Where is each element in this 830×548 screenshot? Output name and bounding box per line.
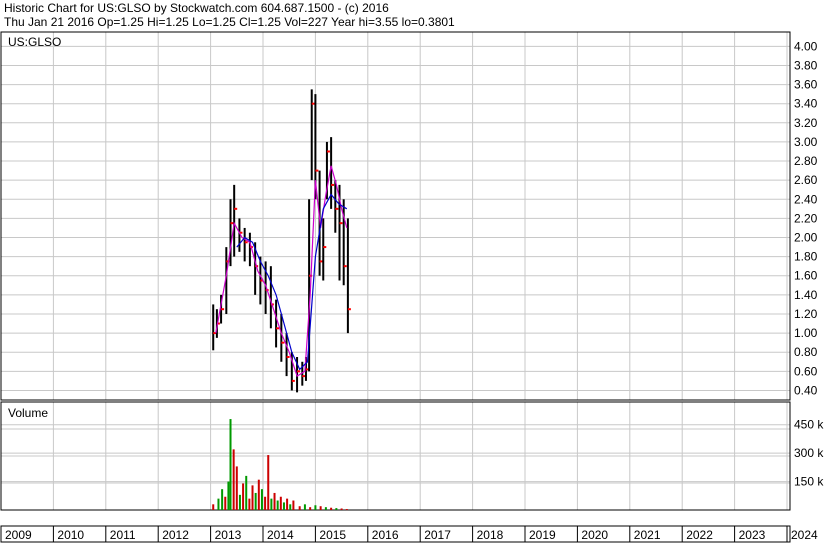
volume-bar [276, 500, 279, 510]
volume-bar [345, 509, 348, 511]
volume-bar [245, 475, 248, 510]
price-tick-label: 3.80 [794, 58, 818, 72]
volume-tick-labels: 150 k 300 k 450 k [794, 418, 824, 489]
price-tick-label: 3.60 [794, 78, 818, 92]
price-tick-label: 1.60 [794, 269, 818, 283]
chart-canvas: Historic Chart for US:GLSO by Stockwatch… [0, 1, 824, 543]
volume-bars [212, 419, 348, 511]
volume-bar [221, 489, 224, 510]
price-tick-label: 2.80 [794, 154, 818, 168]
header-line-1: Historic Chart for US:GLSO by Stockwatch… [4, 1, 389, 15]
price-tick-label: 3.40 [794, 97, 818, 111]
volume-bar [330, 507, 333, 510]
year-label: 2015 [319, 528, 346, 542]
price-tick-label: 2.20 [794, 211, 818, 225]
volume-bar [319, 506, 322, 510]
year-label: 2016 [372, 528, 399, 542]
volume-bar [335, 508, 338, 510]
year-label: 2022 [686, 528, 713, 542]
volume-panel-title: Volume [8, 406, 48, 420]
stock-chart: Historic Chart for US:GLSO by Stockwatch… [0, 0, 830, 543]
price-grid [1, 45, 790, 391]
price-bars [212, 89, 351, 393]
volume-bar [227, 481, 230, 510]
year-label: 2020 [581, 528, 608, 542]
price-panel-title: US:GLSO [8, 35, 61, 49]
year-label: 2012 [162, 528, 189, 542]
volume-tick-label: 300 k [794, 446, 824, 460]
volume-bar [242, 483, 245, 510]
volume-bar [273, 492, 276, 510]
year-label: 2009 [5, 528, 32, 542]
volume-bar [303, 504, 306, 510]
price-tick-label: 1.20 [794, 307, 818, 321]
year-label: 2021 [634, 528, 661, 542]
volume-bar [264, 496, 267, 510]
volume-bar [260, 489, 263, 510]
price-tick-label: 2.60 [794, 173, 818, 187]
volume-bar [324, 507, 327, 510]
volume-bar [229, 419, 232, 510]
volume-bar [254, 492, 257, 510]
volume-bar [309, 507, 312, 510]
volume-bar [224, 496, 227, 510]
price-tick-label: 4.00 [794, 39, 818, 53]
year-labels: 2009 2010 2011 2012 2013 2014 2015 2016 2017 2018… [5, 528, 818, 542]
volume-bar [298, 506, 301, 510]
price-tick-label: 1.00 [794, 326, 818, 340]
volume-bar [235, 466, 238, 510]
price-tick-labels: 0.40 0.60 0.80 1.00 1.20 1.40 1.60 1.80 2.00 2.20… [794, 39, 818, 397]
price-tick-label: 0.40 [794, 383, 818, 397]
year-label: 2010 [57, 528, 84, 542]
volume-bar [282, 502, 285, 510]
volume-bar [232, 449, 235, 510]
volume-bar [248, 498, 251, 510]
volume-tick-label: 450 k [794, 418, 824, 432]
volume-bar [251, 485, 254, 510]
year-label: 2023 [739, 528, 766, 542]
year-label: 2011 [110, 528, 136, 542]
price-tick-label: 2.40 [794, 192, 818, 206]
price-tick-label: 2.00 [794, 231, 818, 245]
volume-bar [340, 508, 343, 510]
moving-average-long [236, 193, 348, 371]
price-tick-label: 0.80 [794, 345, 818, 359]
price-tick-label: 1.80 [794, 250, 818, 264]
volume-bar [314, 505, 317, 510]
price-tick-label: 3.00 [794, 135, 818, 149]
volume-bar [267, 455, 270, 510]
header-line-2: Thu Jan 21 2016 Op=1.25 Hi=1.25 Lo=1.25 … [4, 15, 455, 29]
price-tick-label: 3.20 [794, 116, 818, 130]
year-label: 2017 [424, 528, 451, 542]
volume-bar [238, 494, 241, 510]
year-label: 2013 [215, 528, 242, 542]
price-panel-frame [0, 31, 791, 401]
volume-grid [1, 424, 790, 484]
year-label: 2024 [791, 528, 818, 542]
volume-bar [292, 500, 295, 510]
volume-bar [217, 498, 220, 510]
price-tick-label: 0.60 [794, 364, 818, 378]
volume-bar [212, 504, 215, 510]
volume-bar [279, 496, 282, 510]
volume-tick-label: 150 k [794, 475, 824, 489]
year-axis-grid [52, 32, 788, 542]
year-label: 2018 [477, 528, 504, 542]
volume-bar [270, 498, 273, 510]
year-label: 2019 [529, 528, 556, 542]
price-tick-label: 1.40 [794, 288, 818, 302]
volume-bar [286, 498, 289, 510]
year-label: 2014 [267, 528, 294, 542]
volume-bar [289, 504, 292, 510]
volume-bar [257, 479, 260, 510]
